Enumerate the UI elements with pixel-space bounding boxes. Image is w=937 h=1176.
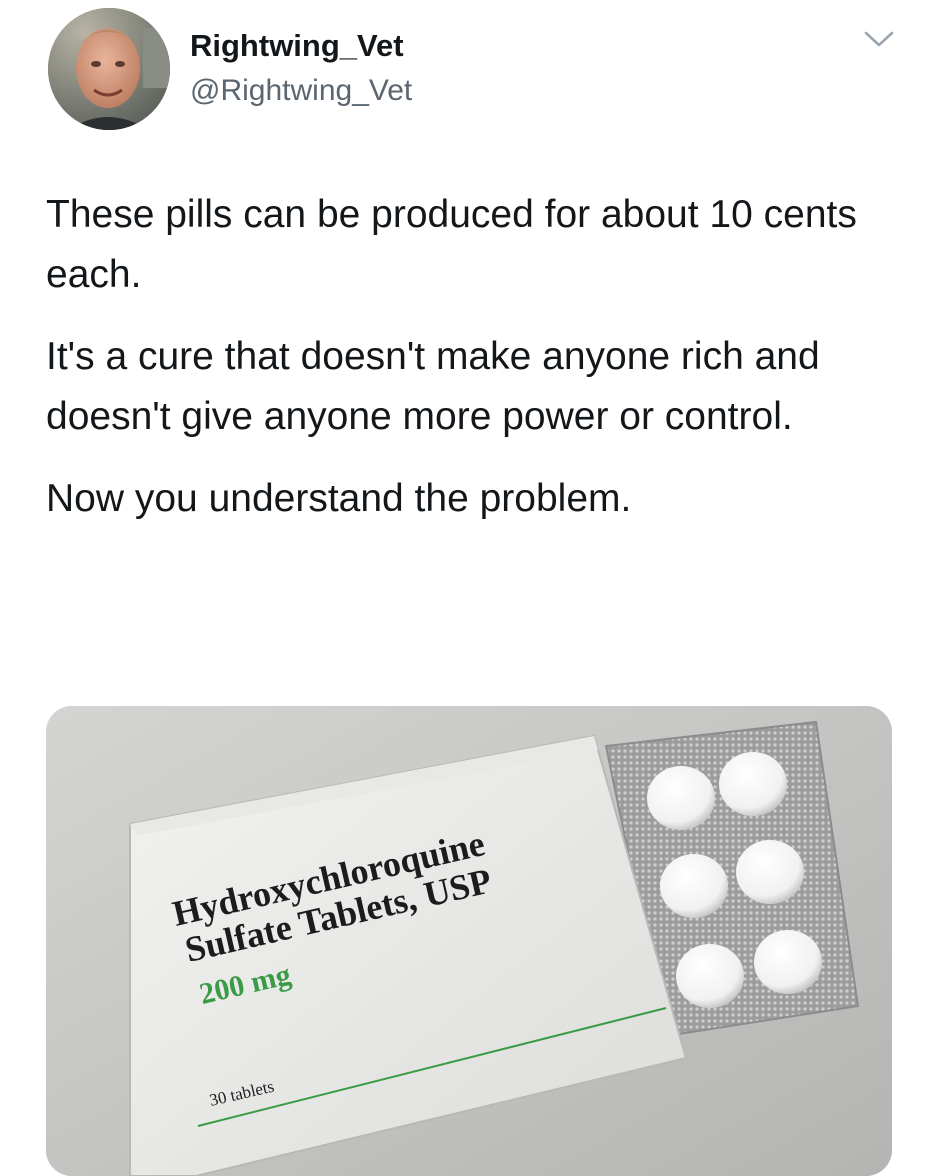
tweet-paragraph: Now you understand the problem.: [46, 477, 632, 520]
tweet-paragraph: It's a cure that doesn't make anyone ric…: [46, 335, 820, 438]
tweet-text: These pills can be produced for about 10…: [46, 185, 906, 551]
tweet-media-image[interactable]: Hydroxychloroquine Sulfate Tablets, USP …: [46, 706, 892, 1176]
avatar-photo: [48, 8, 170, 130]
tweet-paragraph: These pills can be produced for about 10…: [46, 193, 857, 296]
avatar[interactable]: [48, 8, 170, 130]
user-handle[interactable]: @Rightwing_Vet: [190, 74, 412, 108]
pill-box-photo: Hydroxychloroquine Sulfate Tablets, USP …: [46, 706, 892, 1176]
display-name[interactable]: Rightwing_Vet: [190, 28, 404, 64]
chevron-down-icon[interactable]: [862, 28, 896, 50]
